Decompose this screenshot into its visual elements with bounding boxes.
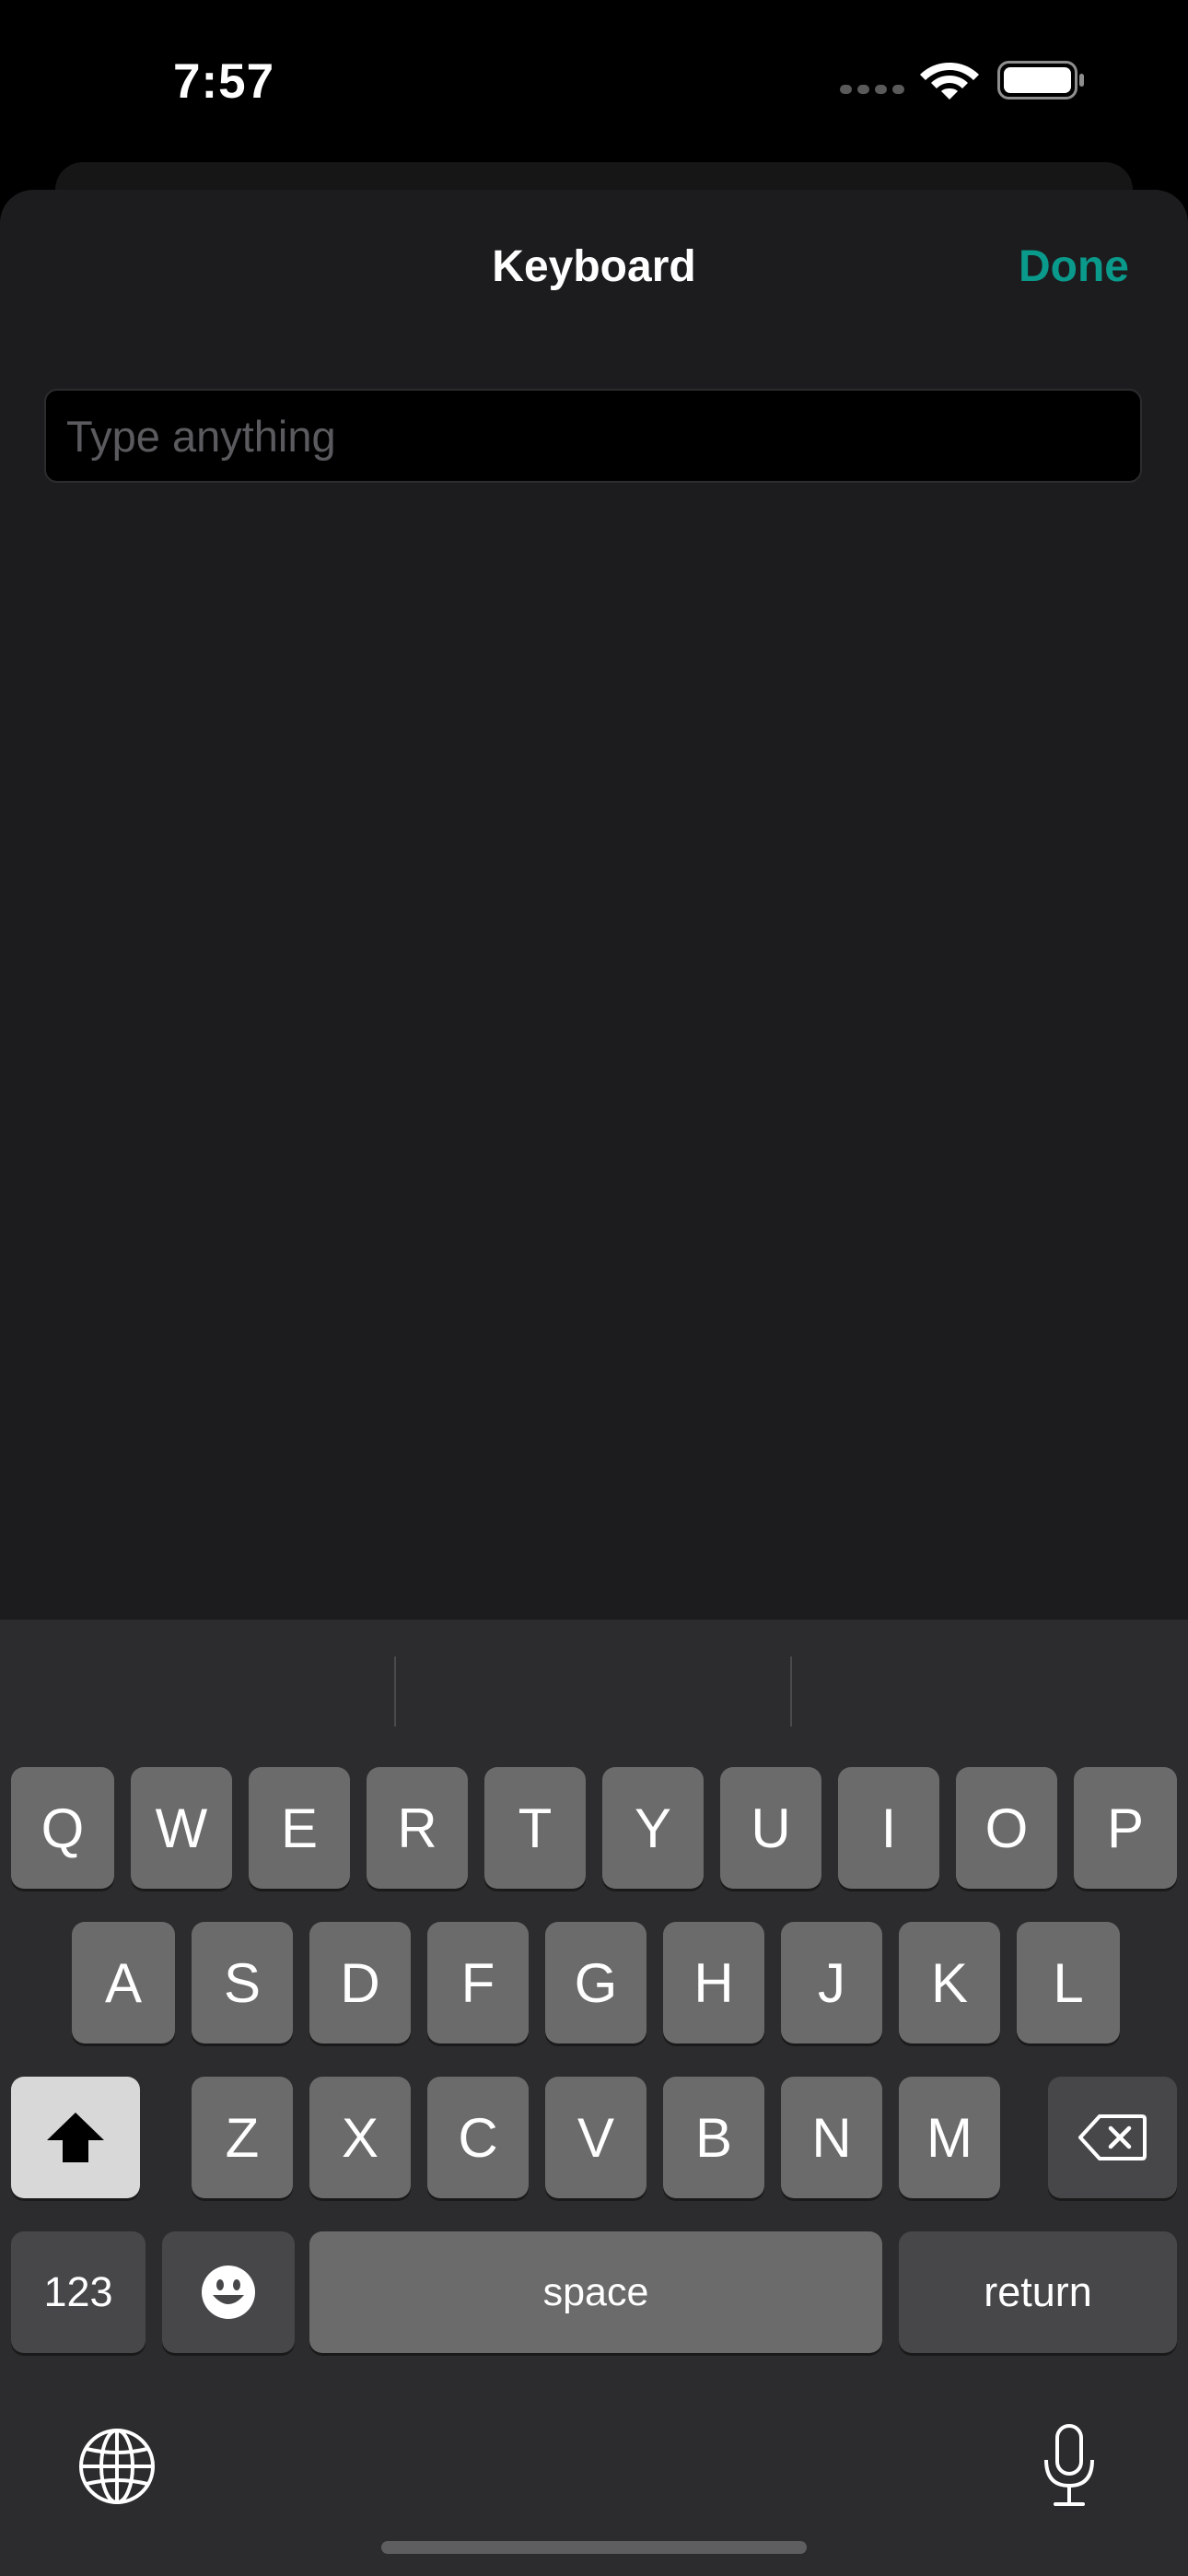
shift-key[interactable] bbox=[11, 2077, 140, 2198]
shift-icon bbox=[47, 2113, 104, 2162]
key-a[interactable]: A bbox=[72, 1922, 175, 2043]
battery-icon bbox=[997, 61, 1086, 104]
key-o[interactable]: O bbox=[956, 1767, 1057, 1889]
key-f[interactable]: F bbox=[427, 1922, 529, 2043]
key-w[interactable]: W bbox=[131, 1767, 232, 1889]
globe-icon bbox=[79, 2429, 155, 2504]
key-n[interactable]: N bbox=[781, 2077, 882, 2198]
key-q[interactable]: Q bbox=[11, 1767, 114, 1889]
suggestion-divider bbox=[790, 1657, 792, 1727]
wifi-icon bbox=[919, 55, 980, 106]
delete-key[interactable] bbox=[1048, 2077, 1177, 2198]
key-m[interactable]: M bbox=[899, 2077, 1000, 2198]
microphone-icon bbox=[1044, 2424, 1094, 2506]
cellular-signal-icon bbox=[840, 85, 904, 94]
done-button[interactable]: Done bbox=[1019, 241, 1129, 292]
key-d[interactable]: D bbox=[309, 1922, 411, 2043]
key-x[interactable]: X bbox=[309, 2077, 411, 2198]
key-y[interactable]: Y bbox=[602, 1767, 704, 1889]
key-b[interactable]: B bbox=[663, 2077, 764, 2198]
key-j[interactable]: J bbox=[781, 1922, 882, 2043]
suggestion-divider bbox=[394, 1657, 396, 1727]
numbers-key[interactable]: 123 bbox=[11, 2231, 146, 2353]
globe-button[interactable] bbox=[77, 2427, 157, 2511]
key-r[interactable]: R bbox=[367, 1767, 468, 1889]
key-u[interactable]: U bbox=[720, 1767, 821, 1889]
key-z[interactable]: Z bbox=[192, 2077, 293, 2198]
key-e[interactable]: E bbox=[249, 1767, 350, 1889]
emoji-icon bbox=[202, 2266, 255, 2319]
key-t[interactable]: T bbox=[484, 1767, 586, 1889]
delete-icon bbox=[1078, 2114, 1147, 2160]
key-k[interactable]: K bbox=[899, 1922, 1000, 2043]
return-key[interactable]: return bbox=[899, 2231, 1177, 2353]
emoji-key[interactable] bbox=[162, 2231, 295, 2353]
text-input[interactable] bbox=[44, 389, 1142, 483]
key-v[interactable]: V bbox=[545, 2077, 646, 2198]
space-key[interactable]: space bbox=[309, 2231, 882, 2353]
key-s[interactable]: S bbox=[192, 1922, 293, 2043]
home-indicator bbox=[381, 2541, 807, 2554]
status-time: 7:57 bbox=[173, 54, 275, 109]
key-p[interactable]: P bbox=[1074, 1767, 1177, 1889]
key-l[interactable]: L bbox=[1017, 1922, 1120, 2043]
key-c[interactable]: C bbox=[427, 2077, 529, 2198]
key-i[interactable]: I bbox=[838, 1767, 939, 1889]
microphone-button[interactable] bbox=[1041, 2423, 1098, 2512]
sheet-title: Keyboard bbox=[492, 242, 696, 291]
key-h[interactable]: H bbox=[663, 1922, 764, 2043]
key-g[interactable]: G bbox=[545, 1922, 646, 2043]
